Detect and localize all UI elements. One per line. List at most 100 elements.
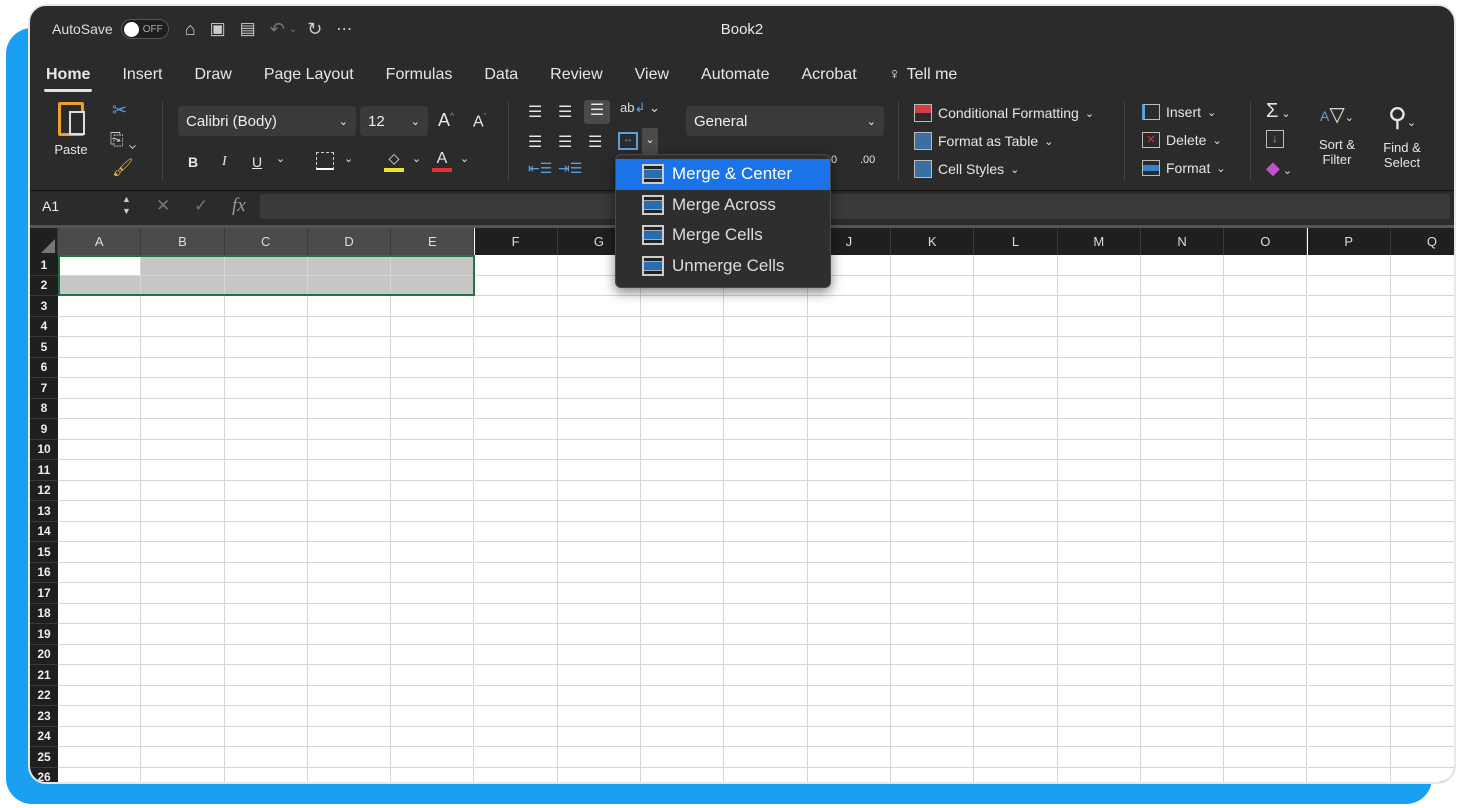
column-header[interactable]: B — [141, 228, 225, 255]
cell-I15[interactable] — [724, 542, 808, 563]
cell-E14[interactable] — [391, 521, 475, 542]
fill-color-icon[interactable]: ◇ — [384, 150, 404, 172]
cell-L6[interactable] — [974, 357, 1058, 378]
cell-D3[interactable] — [307, 296, 392, 317]
cell-M22[interactable] — [1057, 685, 1141, 706]
cell-A20[interactable] — [58, 644, 142, 665]
row-header[interactable]: 21 — [30, 665, 58, 686]
cell-K3[interactable] — [891, 296, 975, 317]
cell-P23[interactable] — [1307, 706, 1391, 727]
cell-H23[interactable] — [641, 706, 725, 727]
cell-A14[interactable] — [58, 521, 142, 542]
cell-C26[interactable] — [225, 767, 308, 782]
cell-M26[interactable] — [1058, 767, 1141, 782]
merge-dropdown-button[interactable]: ⌄ — [642, 128, 658, 154]
cell-L19[interactable] — [974, 624, 1058, 645]
cell-L23[interactable] — [974, 706, 1058, 727]
cell-D8[interactable] — [307, 398, 392, 419]
column-header[interactable]: M — [1057, 228, 1141, 255]
align-bottom-icon[interactable]: ☰ — [584, 100, 610, 124]
cell-J18[interactable] — [807, 603, 891, 624]
cell-K12[interactable] — [891, 480, 975, 501]
align-left-icon[interactable]: ☰ — [528, 132, 542, 152]
cell-O26[interactable] — [1224, 767, 1308, 782]
cell-K2[interactable] — [891, 275, 975, 296]
cell-E10[interactable] — [391, 439, 475, 460]
cell-O19[interactable] — [1224, 624, 1308, 645]
cell-F8[interactable] — [474, 398, 558, 419]
cell-F22[interactable] — [474, 685, 558, 706]
cell-Q20[interactable] — [1390, 645, 1454, 665]
cell-M8[interactable] — [1057, 398, 1141, 419]
cell-F13[interactable] — [474, 501, 558, 522]
row-header[interactable]: 1 — [30, 255, 58, 276]
cell-F16[interactable] — [474, 562, 558, 583]
cell-P8[interactable] — [1307, 398, 1391, 419]
cell-H4[interactable] — [641, 316, 725, 337]
cell-D10[interactable] — [307, 439, 392, 460]
cell-E24[interactable] — [391, 726, 475, 747]
cell-D6[interactable] — [307, 357, 392, 378]
cell-D24[interactable] — [307, 726, 392, 747]
cell-C3[interactable] — [224, 296, 308, 317]
cell-B4[interactable] — [141, 316, 225, 337]
cell-C22[interactable] — [224, 685, 308, 706]
cell-O17[interactable] — [1224, 583, 1308, 604]
cell-P20[interactable] — [1307, 644, 1391, 665]
cell-I11[interactable] — [724, 460, 808, 481]
cell-A19[interactable] — [58, 624, 142, 645]
cell-E11[interactable] — [391, 460, 475, 481]
cell-H9[interactable] — [641, 419, 725, 440]
cell-E3[interactable] — [391, 296, 475, 317]
cell-N10[interactable] — [1140, 439, 1225, 460]
cell-B11[interactable] — [141, 460, 225, 481]
row-header[interactable]: 23 — [30, 706, 58, 727]
cell-H12[interactable] — [641, 480, 725, 501]
cell-P19[interactable] — [1307, 624, 1391, 645]
italic-button[interactable]: I — [222, 154, 227, 170]
cell-C12[interactable] — [224, 480, 308, 501]
cell-N21[interactable] — [1140, 665, 1225, 686]
cell-J20[interactable] — [807, 644, 891, 665]
cell-C4[interactable] — [224, 316, 308, 337]
fill-icon[interactable]: ↓ — [1266, 130, 1284, 148]
cell-K9[interactable] — [891, 419, 975, 440]
cell-F23[interactable] — [474, 706, 558, 727]
cell-I13[interactable] — [724, 501, 808, 522]
cell-H24[interactable] — [641, 726, 725, 747]
borders-dropdown-icon[interactable]: ⌄ — [344, 152, 353, 165]
cell-N1[interactable] — [1140, 255, 1225, 276]
cell-N18[interactable] — [1140, 603, 1225, 624]
cell-O15[interactable] — [1224, 542, 1308, 563]
format-as-table-button[interactable]: Format as Table ⌄ — [914, 132, 1053, 150]
cell-A17[interactable] — [58, 583, 142, 604]
row-header[interactable]: 18 — [30, 603, 58, 624]
cell-I10[interactable] — [724, 439, 808, 460]
merge-center-icon[interactable]: ↔ — [618, 132, 638, 150]
cell-P5[interactable] — [1307, 337, 1391, 358]
cell-C20[interactable] — [224, 644, 308, 665]
cell-E20[interactable] — [391, 644, 475, 665]
cell-N17[interactable] — [1140, 583, 1225, 604]
cell-B17[interactable] — [141, 583, 225, 604]
cell-F15[interactable] — [474, 542, 558, 563]
cell-styles-button[interactable]: Cell Styles ⌄ — [914, 160, 1019, 178]
cell-K4[interactable] — [891, 316, 975, 337]
cell-O23[interactable] — [1224, 706, 1308, 727]
cell-D18[interactable] — [307, 603, 392, 624]
cell-Q9[interactable] — [1390, 419, 1454, 440]
autosum-icon[interactable]: Σ ⌄ — [1266, 100, 1291, 123]
formula-input[interactable] — [260, 194, 1450, 219]
cell-F25[interactable] — [474, 747, 558, 768]
cell-I17[interactable] — [724, 583, 808, 604]
cell-P3[interactable] — [1307, 296, 1391, 317]
cell-O2[interactable] — [1224, 275, 1308, 296]
cell-N22[interactable] — [1140, 685, 1225, 706]
cell-E16[interactable] — [391, 562, 475, 583]
cell-L21[interactable] — [974, 665, 1058, 686]
cell-E17[interactable] — [391, 583, 475, 604]
menu-item-merge-center[interactable]: Merge & Center — [616, 159, 830, 190]
cell-L15[interactable] — [974, 542, 1058, 563]
row-header[interactable]: 7 — [30, 378, 58, 399]
cell-D7[interactable] — [307, 378, 392, 399]
